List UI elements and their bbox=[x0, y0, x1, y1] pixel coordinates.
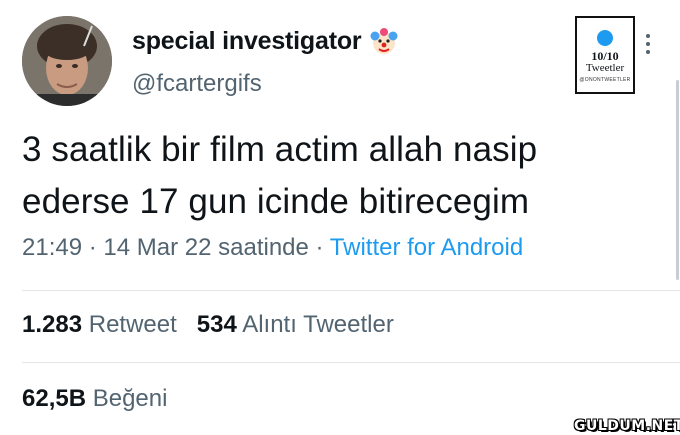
avatar[interactable] bbox=[22, 16, 112, 106]
retweets-stat[interactable]: 1.283 Retweet bbox=[22, 311, 177, 338]
meta-separator: · bbox=[88, 234, 97, 261]
tweet-date[interactable]: 14 Mar 22 saatinde bbox=[103, 234, 308, 261]
tweet-meta: 21:49 · 14 Mar 22 saatinde · Twitter for… bbox=[22, 234, 523, 262]
likes-stat[interactable]: 62,5B Beğeni bbox=[22, 385, 167, 413]
badge-sub: @ONONTWEETLER bbox=[579, 77, 631, 84]
user-handle[interactable]: @fcartergifs bbox=[132, 70, 262, 98]
tweet-source-link[interactable]: Twitter for Android bbox=[330, 234, 523, 261]
quotes-stat[interactable]: 534 Alıntı Tweetler bbox=[197, 311, 394, 338]
likes-count: 62,5B bbox=[22, 385, 87, 412]
scrollbar[interactable] bbox=[676, 80, 679, 280]
meta-separator: · bbox=[315, 234, 324, 261]
tweet-text: 3 saatlik bir film actim allah nasip ede… bbox=[22, 124, 662, 228]
engagement-stats: 1.283 Retweet 534 Alıntı Tweetler bbox=[22, 311, 394, 339]
quotes-label: Alıntı Tweetler bbox=[242, 311, 394, 338]
watermark: GULDUM.NET bbox=[574, 418, 680, 434]
tweet-text-line: ederse 17 gun icinde bitirecegim bbox=[22, 182, 530, 221]
retweets-count: 1.283 bbox=[22, 311, 83, 338]
display-name-text: special investigator bbox=[132, 26, 362, 55]
tweetler-badge: 10/10 Tweetler @ONONTWEETLER bbox=[575, 16, 635, 94]
likes-label: Beğeni bbox=[92, 385, 168, 412]
more-options-icon[interactable] bbox=[645, 34, 651, 54]
twitter-bird-icon bbox=[597, 30, 613, 46]
divider bbox=[22, 290, 680, 291]
badge-label: Tweetler bbox=[585, 62, 625, 74]
retweets-label: Retweet bbox=[88, 311, 177, 338]
avatar-photo bbox=[22, 16, 112, 106]
divider bbox=[22, 362, 680, 363]
quotes-count: 534 bbox=[196, 311, 237, 338]
clown-face-icon bbox=[370, 28, 398, 54]
tweet-time[interactable]: 21:49 bbox=[22, 234, 82, 261]
badge-score: 10/10 bbox=[591, 49, 619, 63]
tweet-text-line: 3 saatlik bir film actim allah nasip bbox=[22, 130, 538, 169]
display-name[interactable]: special investigator bbox=[132, 26, 399, 56]
